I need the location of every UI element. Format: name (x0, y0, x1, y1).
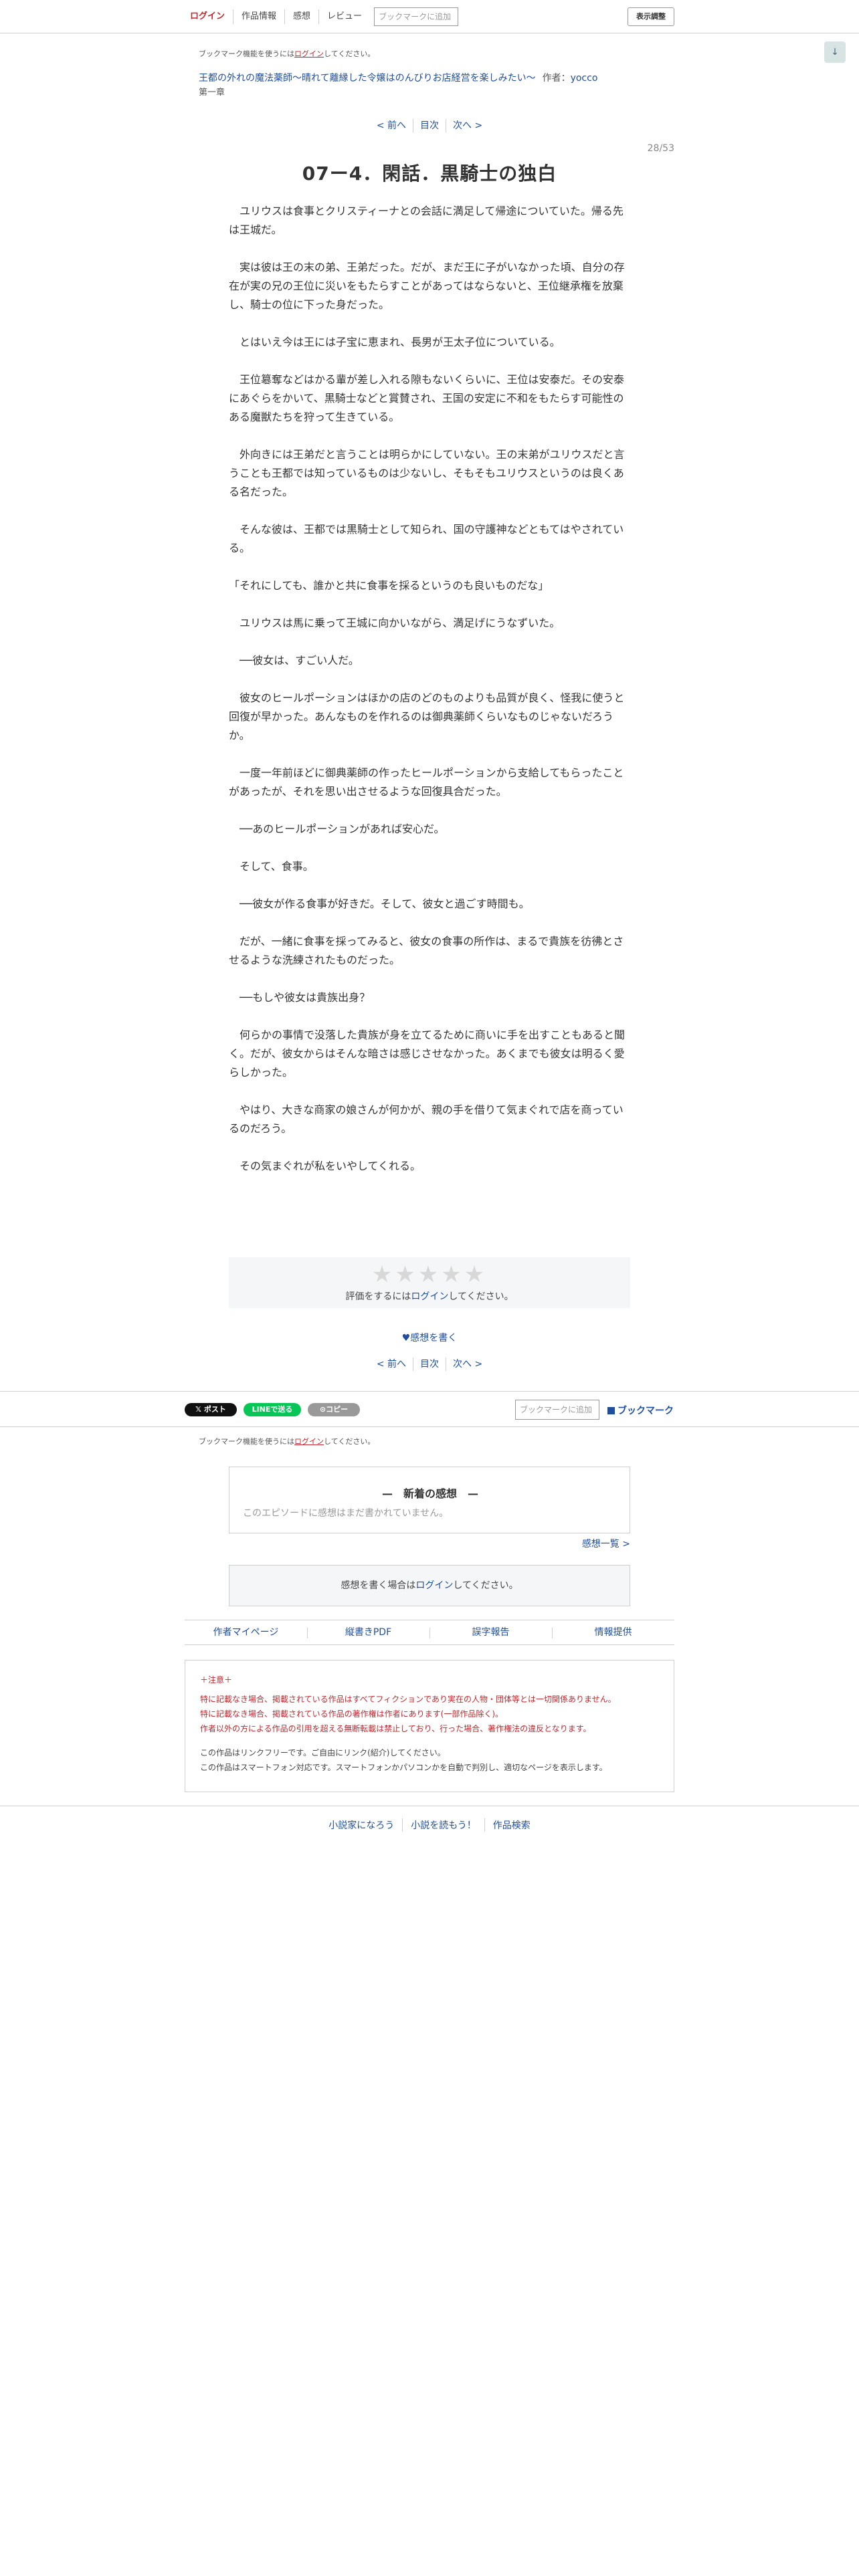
page-count: 28/53 (647, 143, 674, 154)
write-review-link[interactable]: ♥感想を書く (402, 1333, 458, 1344)
author-mypage-link[interactable]: 作者マイページ (185, 1620, 307, 1644)
notice-gray-line: この作品はリンクフリーです。ご自由にリンク(紹介)してください。 (200, 1748, 446, 1757)
top-nav: ログイン 作品情報 感想 レビュー ブックマークに追加 (185, 7, 459, 27)
nav-login-link[interactable]: ログイン (185, 9, 234, 24)
notice-red-line: 特に記載なき場合、掲載されている作品はすべてフィクションであり実在の人物・団体等… (200, 1695, 616, 1704)
arrow-down-icon: ↓ (831, 47, 839, 58)
notice-box: ＋注意＋ 特に記載なき場合、掲載されている作品はすべてフィクションであり実在の人… (185, 1660, 674, 1792)
bookmark-notice-prefix: ブックマーク機能を使うには (199, 1437, 294, 1446)
author-label: 作者： (542, 73, 571, 84)
episode-title: 07ー4．閑話．黒騎士の独白 (302, 163, 557, 185)
top-header: ログイン 作品情報 感想 レビュー ブックマークに追加 表示調整 (0, 0, 859, 33)
bookmark-notice-prefix: ブックマーク機能を使うには (199, 49, 294, 58)
recent-reviews-empty: このエピソードに感想はまだ書かれていません。 (243, 1508, 449, 1519)
copy-link-button[interactable]: ⊙コピー (308, 1403, 360, 1416)
bookmark-notice-suffix: してください。 (324, 1437, 375, 1446)
body-paragraph: 一度一年前ほどに御典薬師の作ったヒールポーションから支給してもらったことがあった… (229, 766, 624, 798)
recent-reviews-box: — 新着の感想 — このエピソードに感想はまだ書かれていません。 (229, 1467, 630, 1533)
nav-impressions-link[interactable]: 感想 (285, 9, 320, 24)
bookmark-icon (607, 1407, 615, 1414)
body-paragraph: そんな彼は、王都では黒騎士として知られ、国の守護神などともてはやされている。 (229, 523, 624, 554)
next-link[interactable]: 次へ > (446, 119, 489, 132)
notice-gap (200, 1736, 659, 1745)
body-paragraph: とはいえ今は王には子宝に恵まれ、長男が王太子位についている。 (229, 336, 561, 348)
body-paragraph: 「それにしても、誰かと共に食事を採るというのも良いものだな」 (229, 579, 549, 592)
bottom-pager: < 前へ 目次 次へ > (0, 1358, 859, 1371)
body-paragraph: ──彼女が作る食事が好きだ。そして、彼女と過ごす時間も。 (229, 897, 530, 910)
scroll-down-button[interactable]: ↓ (824, 41, 846, 63)
body-paragraph: だが、一緒に食事を採ってみると、彼女の食事の所作は、まるで貴族を彷彿とさせるよう… (229, 935, 624, 966)
bookmark-add-field[interactable]: ブックマークに追加 (515, 1400, 599, 1420)
review-login-prefix: 感想を書く場合は (341, 1580, 416, 1591)
toc-link[interactable]: 目次 (413, 1358, 446, 1371)
vertical-pdf-link[interactable]: 縦書きPDF (307, 1620, 430, 1644)
typo-report-link[interactable]: 誤字報告 (430, 1620, 552, 1644)
footer-narou-link[interactable]: 小説家になろう (320, 1818, 403, 1832)
x-post-button[interactable]: 𝕏 ポスト (185, 1403, 237, 1416)
body-paragraph: 実は彼は王の末の弟、王弟だった。だが、まだ王に子がいなかった頃、自分の存在が実の… (229, 261, 625, 311)
rating-suffix: してください。 (448, 1291, 514, 1302)
nav-review-link[interactable]: レビュー (319, 9, 370, 24)
rating-login-text: 評価をするにはログインしてください。 (229, 1289, 630, 1303)
bookmark-notice-suffix: してください。 (324, 49, 375, 58)
review-login-suffix: してください。 (453, 1580, 518, 1591)
footer-yomou-link[interactable]: 小説を読もう！ (403, 1818, 485, 1832)
chapter-label: 第一章 (199, 88, 225, 98)
bookmark-add-field[interactable]: ブックマークに追加 (374, 7, 459, 26)
rating-prefix: 評価をするには (345, 1291, 411, 1302)
body-paragraph: ──彼女は、すごい人だ。 (229, 654, 359, 667)
body-paragraph: ──もしや彼女は貴族出身？ (229, 991, 371, 1004)
prev-link[interactable]: < 前へ (370, 1358, 413, 1371)
author-link[interactable]: yocco (571, 73, 598, 84)
body-paragraph: ユリウスは馬に乗って王城に向かいながら、満足げにうなずいた。 (229, 617, 561, 629)
novel-body: ユリウスは食事とクリスティーナとの会話に満足して帰途についていた。帰る先は王城だ… (229, 202, 629, 1194)
prev-link[interactable]: < 前へ (370, 119, 413, 132)
rating-login-link[interactable]: ログイン (411, 1291, 448, 1302)
info-report-link[interactable]: 情報提供 (552, 1620, 674, 1644)
bookmark-notice-login-link[interactable]: ログイン (294, 1437, 324, 1446)
bookmark-notice: ブックマーク機能を使うにはログインしてください。 (185, 1436, 674, 1446)
notice-gray-line: この作品はスマートフォン対応です。スマートフォンかパソコンかを自動で判別し、適切… (200, 1763, 607, 1772)
review-login-box: 感想を書く場合はログインしてください。 (229, 1565, 630, 1606)
body-paragraph: 何らかの事情で没落した貴族が身を立てるために商いに手を出すこともあると聞く。だが… (229, 1029, 626, 1079)
bottom-nav: 作者マイページ 縦書きPDF 誤字報告 情報提供 (185, 1620, 674, 1645)
rating-box: ★★★★★ 評価をするにはログインしてください。 (229, 1257, 630, 1308)
site-footer: 小説家になろう 小説を読もう！ 作品検索 (0, 1806, 859, 1842)
toc-link[interactable]: 目次 (413, 119, 446, 132)
body-paragraph: やはり、大きな商家の娘さんが何かが、親の手を借りて気まぐれで店を商っているのだろ… (229, 1103, 624, 1135)
star-rating-input[interactable]: ★★★★★ (229, 1261, 630, 1288)
body-paragraph: 外向きには王弟だと言うことは明らかにしていない。王の末弟がユリウスだと言うことも… (229, 448, 625, 498)
bookmark-button-label: ブックマーク (617, 1406, 674, 1416)
notice-title: ＋注意＋ (200, 1675, 233, 1685)
body-paragraph: 彼女のヒールポーションはほかの店のどのものよりも品質が良く、怪我に使うと回復が早… (229, 691, 625, 742)
notice-red-line: 特に記載なき場合、掲載されている作品の著作権は作者にあります(一部作品除く)。 (200, 1709, 504, 1719)
review-login-link[interactable]: ログイン (415, 1580, 453, 1591)
bookmark-button[interactable]: ブックマーク (607, 1404, 674, 1417)
share-bar: 𝕏 ポスト LINEで送る ⊙コピー ブックマークに追加 ブックマーク (0, 1391, 859, 1427)
series-title-link[interactable]: 王都の外れの魔法薬師〜晴れて離縁した令嬢はのんびりお店経営を楽しみたい〜 (199, 73, 536, 84)
top-pager: < 前へ 目次 次へ > (0, 119, 859, 132)
nav-work-info-link[interactable]: 作品情報 (233, 9, 286, 24)
notice-red-line: 作者以外の方による作品の引用を超える無断転載は禁止しており、行った場合、著作権法… (200, 1724, 591, 1733)
review-list-link[interactable]: 感想一覧 > (582, 1537, 630, 1550)
bookmark-notice-login-link[interactable]: ログイン (294, 49, 324, 58)
line-share-button[interactable]: LINEで送る (244, 1403, 301, 1416)
body-paragraph: ユリウスは食事とクリスティーナとの会話に満足して帰途についていた。帰る先は王城だ… (229, 205, 624, 236)
write-review-container: ♥感想を書く (0, 1331, 859, 1344)
footer-search-link[interactable]: 作品検索 (485, 1818, 539, 1832)
body-paragraph: そして、食事。 (229, 860, 314, 873)
body-paragraph: ──あのヒールポーションがあれば安心だ。 (229, 823, 445, 835)
bookmark-notice: ブックマーク機能を使うにはログインしてください。 (185, 48, 674, 59)
recent-reviews-heading: — 新着の感想 — (381, 1487, 478, 1500)
display-settings-button[interactable]: 表示調整 (628, 7, 674, 26)
top-header-inner: ログイン 作品情報 感想 レビュー ブックマークに追加 表示調整 (185, 0, 674, 33)
body-paragraph: その気まぐれが私をいやしてくれる。 (229, 1160, 421, 1172)
body-paragraph: 王位簒奪などはかる輩が差し入れる隙もないくらいに、王位は安泰だ。その安泰にあぐら… (229, 373, 625, 423)
next-link[interactable]: 次へ > (446, 1358, 489, 1371)
series-info: 王都の外れの魔法薬師〜晴れて離縁した令嬢はのんびりお店経営を楽しみたい〜 作者：y… (199, 71, 667, 86)
